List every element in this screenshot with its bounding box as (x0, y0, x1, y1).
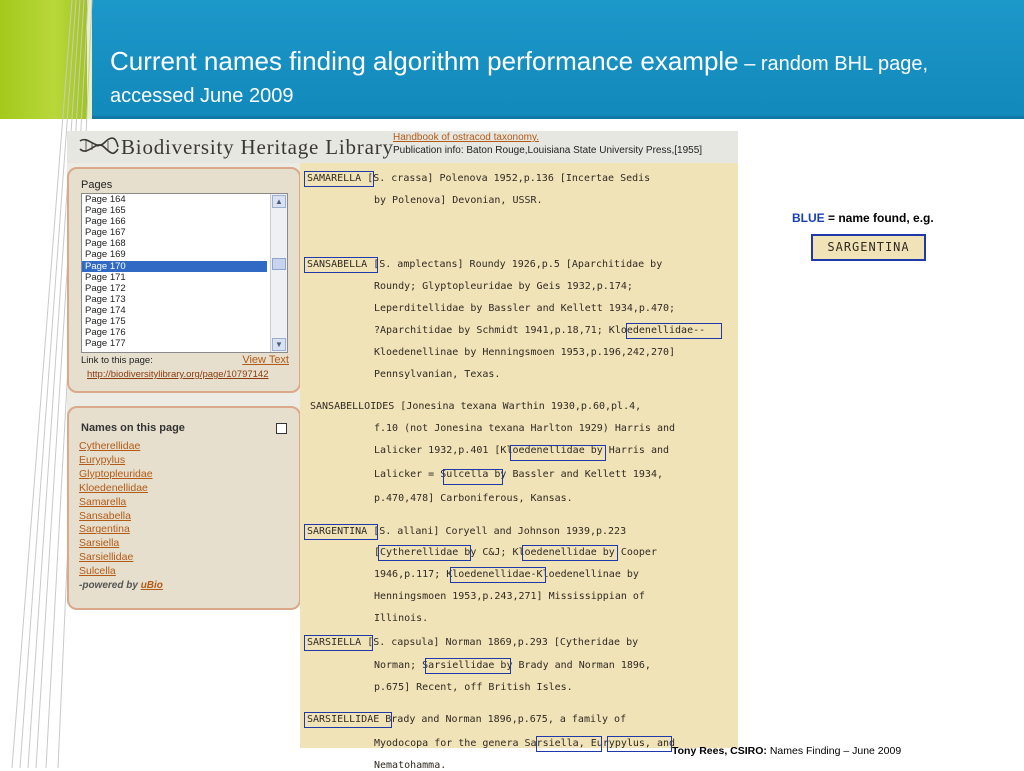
name-link[interactable]: Eurypylus (79, 454, 163, 468)
found-name-box (510, 445, 606, 461)
found-name-box (304, 635, 373, 651)
publication-info: Publication info: Baton Rouge,Louisiana … (393, 145, 703, 156)
legend-blue-word: BLUE (792, 211, 825, 225)
slide-accent-bar (0, 0, 92, 119)
name-link[interactable]: Kloedenellidae (79, 482, 163, 496)
page-list-item[interactable]: Page 169 (82, 249, 267, 260)
names-toggle-checkbox[interactable] (276, 423, 287, 434)
names-list: Cytherellidae Eurypylus Glyptopleuridae Klo… (79, 440, 163, 591)
scan-text-line: p.470,478] Carboniferous, Kansas. (374, 493, 573, 504)
scan-text-line: by Polenova] Devonian, USSR. (374, 195, 543, 206)
found-name-box (304, 524, 378, 540)
book-title-link[interactable]: Handbook of ostracod taxonomy. (393, 132, 539, 143)
slide-footer: Tony Rees, CSIRO: Names Finding – June 2… (672, 745, 901, 757)
page-list-item[interactable]: Page 174 (82, 305, 267, 316)
page-list-item[interactable]: Page 172 (82, 283, 267, 294)
page-list-item[interactable]: Page 166 (82, 216, 267, 227)
page-list-scrollbar[interactable]: ▲ ▼ (270, 194, 287, 352)
scroll-up-icon[interactable]: ▲ (272, 195, 286, 208)
name-link[interactable]: Sulcella (79, 565, 163, 579)
page-list-item[interactable]: Page 168 (82, 238, 267, 249)
pages-panel: Pages Page 164 Page 165 Page 166 Page 167 Pa… (67, 167, 301, 393)
found-name-box (425, 658, 511, 674)
footer-author: Tony Rees, CSIRO: (672, 745, 767, 757)
legend-example-box: SARGENTINA (811, 234, 926, 261)
page-list-item[interactable]: Page 170 (82, 260, 267, 272)
found-name-box (304, 171, 374, 187)
slide-title-main: Current names finding algorithm performa… (110, 46, 739, 76)
found-name-box (304, 257, 378, 273)
name-link[interactable]: Glyptopleuridae (79, 468, 163, 482)
bhl-logo-text: Biodiversity Heritage Library (121, 135, 394, 159)
names-title: Names on this page (81, 422, 185, 434)
scan-text-line: f.10 (not Jonesina texana Harlton 1929) … (374, 423, 676, 434)
scan-text-line: Leperditellidae by Bassler and Kellett 1… (374, 303, 676, 314)
page-list-item[interactable]: Page 177 (82, 338, 267, 349)
scan-text-line: Illinois. (374, 613, 429, 624)
name-link[interactable]: Sarsiella (79, 537, 163, 551)
page-list-item[interactable]: Page 171 (82, 272, 267, 283)
found-name-box (536, 736, 602, 752)
scan-text-line: p.675] Recent, off British Isles. (374, 682, 573, 693)
scroll-thumb[interactable] (272, 258, 286, 270)
legend-text: BLUE = name found, e.g. (792, 211, 934, 225)
name-link[interactable]: Cytherellidae (79, 440, 163, 454)
scan-text-line: Nematohamma. (374, 760, 447, 771)
name-link[interactable]: Sarsiellidae (79, 551, 163, 565)
scanned-page: SAMARELLA [S. crassa] Polenova 1952,p.13… (300, 163, 738, 771)
name-link[interactable]: Sansabella (79, 510, 163, 524)
found-name-box (443, 469, 503, 485)
powered-by: -powered by uBio (79, 580, 163, 591)
scan-text-line: SANSABELLOIDES [Jonesina texana Warthin … (310, 401, 642, 412)
page-list-item[interactable]: Page 165 (82, 205, 267, 216)
page-url-link[interactable]: http://biodiversitylibrary.org/page/1079… (87, 369, 269, 380)
legend-rest: = name found, e.g. (824, 211, 934, 225)
scan-text-line: Lalicker = Sulcella by Bassler and Kelle… (374, 469, 663, 480)
found-name-box (607, 736, 672, 752)
scan-text-line: Henningsmoen 1953,p.243,271] Mississippi… (374, 591, 645, 602)
page-list-item[interactable]: Page 173 (82, 294, 267, 305)
bhl-screenshot: Biodiversity Heritage Library Handbook o… (67, 131, 738, 771)
scan-text-line: Pennsylvanian, Texas. (374, 369, 501, 380)
page-list-item[interactable]: Page 176 (82, 327, 267, 338)
found-name-box (626, 323, 722, 339)
found-name-box (304, 712, 392, 728)
bhl-header: Biodiversity Heritage Library Handbook o… (67, 131, 738, 163)
slide-title: Current names finding algorithm performa… (110, 46, 990, 113)
view-text-link[interactable]: View Text (242, 354, 289, 366)
link-label: Link to this page: (81, 355, 153, 366)
scan-text-line: Norman; Sarsiellidae by Brady and Norman… (374, 660, 651, 671)
powered-by-label: -powered by (79, 580, 138, 592)
found-name-box (522, 545, 618, 561)
page-list-item[interactable]: Page 167 (82, 227, 267, 238)
names-panel: Names on this page Cytherellidae Eurypylu… (67, 406, 301, 610)
footer-rest: Names Finding – June 2009 (766, 745, 902, 757)
found-name-box (378, 545, 471, 561)
scan-text-line: Roundy; Glyptopleuridae by Geis 1932,p.1… (374, 281, 633, 292)
page-list[interactable]: Page 164 Page 165 Page 166 Page 167 Page 168… (81, 193, 288, 353)
name-link[interactable]: Samarella (79, 496, 163, 510)
name-link[interactable]: Sargentina (79, 523, 163, 537)
pages-title: Pages (81, 179, 113, 191)
page-list-item[interactable]: Page 164 (82, 194, 267, 205)
found-name-box (450, 567, 546, 583)
ubio-link[interactable]: uBio (141, 580, 163, 591)
scroll-down-icon[interactable]: ▼ (272, 338, 286, 351)
bhl-logo-icon (79, 137, 119, 155)
scan-text-line: Kloedenellinae by Henningsmoen 1953,p.19… (374, 347, 676, 358)
page-list-item[interactable]: Page 175 (82, 316, 267, 327)
